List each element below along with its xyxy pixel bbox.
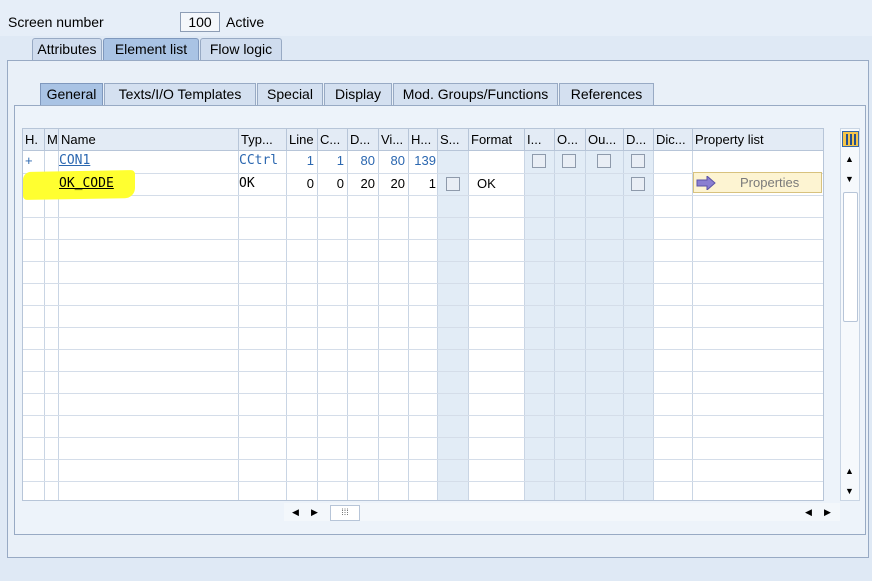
- col-header-h[interactable]: H.: [23, 129, 45, 151]
- horizontal-scroll-thumb[interactable]: ⁞⁞⁞: [330, 505, 360, 521]
- col-header-height[interactable]: H...: [409, 129, 438, 151]
- col-header-property-list[interactable]: Property list: [693, 129, 823, 151]
- checkbox-d[interactable]: [631, 177, 645, 191]
- tab-mod-groups-functions[interactable]: Mod. Groups/Functions: [393, 83, 558, 105]
- cell-column: 1: [336, 153, 344, 168]
- col-header-def-length[interactable]: D...: [348, 129, 379, 151]
- scroll-up-icon[interactable]: ▲: [845, 154, 854, 164]
- screen-header: [0, 0, 872, 36]
- table-header: H. M Name Typ... Line C... D... Vi... H.…: [23, 129, 823, 151]
- cell-line: 0: [306, 176, 314, 191]
- col-header-type[interactable]: Typ...: [239, 129, 287, 151]
- tab-flow-logic[interactable]: Flow logic: [200, 38, 282, 60]
- tab-texts-io-templates[interactable]: Texts/I/O Templates: [104, 83, 256, 105]
- scroll-right-icon[interactable]: ▶: [311, 507, 318, 518]
- tab-display[interactable]: Display: [324, 83, 392, 105]
- cell-height: 139: [414, 153, 436, 168]
- table-settings-icon[interactable]: [842, 131, 859, 147]
- scroll-down-icon[interactable]: ▼: [845, 174, 854, 184]
- checkbox-output[interactable]: [562, 154, 576, 168]
- checkbox-input[interactable]: [532, 154, 546, 168]
- cell-format: OK: [477, 176, 496, 191]
- cell-def-length: 20: [360, 176, 375, 191]
- cell-vis-length: 20: [390, 176, 405, 191]
- horizontal-scrollbar[interactable]: [284, 503, 840, 521]
- col-header-vis-length[interactable]: Vi...: [379, 129, 409, 151]
- col-header-output[interactable]: O...: [555, 129, 586, 151]
- checkbox-d[interactable]: [631, 154, 645, 168]
- properties-button[interactable]: Properties: [693, 172, 822, 193]
- screen-status: Active: [226, 14, 265, 30]
- row-expand-icon[interactable]: +: [25, 150, 33, 172]
- vertical-scroll-thumb[interactable]: [843, 192, 858, 322]
- tab-special[interactable]: Special: [257, 83, 323, 105]
- col-header-format[interactable]: Format: [469, 129, 525, 151]
- element-name-ok-code[interactable]: OK_CODE: [59, 173, 114, 195]
- screen-number-field[interactable]: 100: [180, 12, 220, 32]
- element-name-con1[interactable]: CON1: [59, 150, 90, 172]
- checkbox-output-only[interactable]: [597, 154, 611, 168]
- cell-type: CCtrl: [239, 153, 279, 168]
- col-header-line[interactable]: Line: [287, 129, 318, 151]
- cell-def-length: 80: [360, 153, 375, 168]
- cell-height: 1: [428, 176, 436, 191]
- cell-line: 1: [306, 153, 314, 168]
- col-header-column[interactable]: C...: [318, 129, 348, 151]
- tab-general[interactable]: General: [40, 83, 103, 105]
- col-header-d[interactable]: D...: [624, 129, 654, 151]
- scroll-left-end-icon[interactable]: ◀: [805, 507, 812, 518]
- properties-button-label: Properties: [740, 175, 800, 190]
- col-header-output-only[interactable]: Ou...: [586, 129, 624, 151]
- col-header-m[interactable]: M: [45, 129, 59, 151]
- col-header-s[interactable]: S...: [438, 129, 469, 151]
- checkbox-s[interactable]: [446, 177, 460, 191]
- scroll-right-end-icon[interactable]: ▶: [824, 507, 831, 518]
- cell-column: 0: [336, 176, 344, 191]
- cell-vis-length: 80: [390, 153, 405, 168]
- scroll-up-end-icon[interactable]: ▲: [845, 466, 854, 476]
- cell-type: OK: [239, 176, 255, 191]
- tab-references[interactable]: References: [559, 83, 654, 105]
- screen-number-label: Screen number: [8, 14, 104, 30]
- col-header-dict[interactable]: Dic...: [654, 129, 693, 151]
- col-header-input[interactable]: I...: [525, 129, 555, 151]
- arrow-right-icon: [696, 176, 716, 190]
- tab-attributes[interactable]: Attributes: [32, 38, 102, 60]
- scroll-left-icon[interactable]: ◀: [292, 507, 299, 518]
- scroll-down-end-icon[interactable]: ▼: [845, 486, 854, 496]
- col-header-name[interactable]: Name: [59, 129, 239, 151]
- tab-element-list[interactable]: Element list: [103, 38, 199, 60]
